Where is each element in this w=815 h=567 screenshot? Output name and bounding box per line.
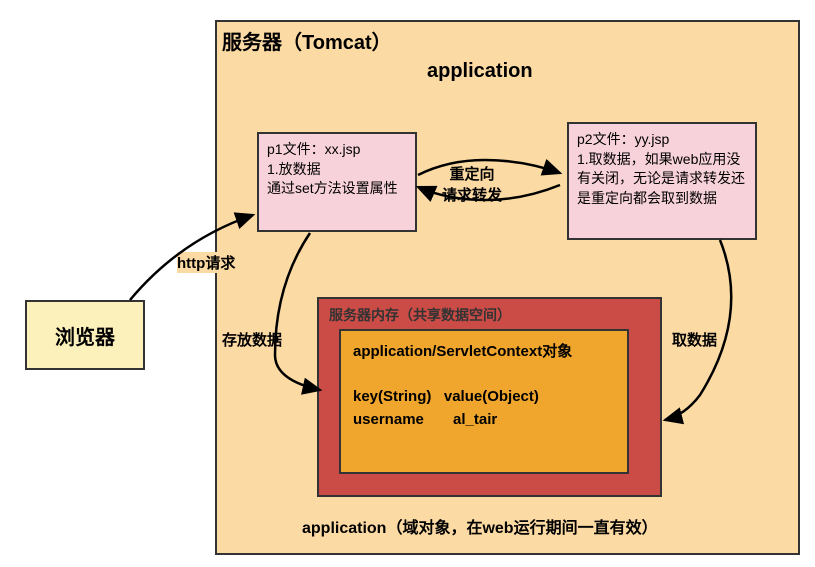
redirect-line1: 重定向 xyxy=(450,166,495,183)
browser-label: 浏览器 xyxy=(55,321,115,350)
application-title: application xyxy=(427,60,533,83)
application-footer: application（域对象，在web运行期间一直有效） xyxy=(302,514,658,538)
p2-title: p2文件：yy.jsp xyxy=(577,130,747,150)
context-title: application/ServletContext对象 xyxy=(353,341,615,364)
context-kv-header: key(String) value(Object) xyxy=(353,386,615,409)
server-memory-box: 服务器内存（共享数据空间） application/ServletContext… xyxy=(317,297,662,497)
p1-file-box: p1文件：xx.jsp 1.放数据 通过set方法设置属性 xyxy=(257,132,417,232)
redirect-label: 重定向 请求转发 xyxy=(442,164,502,206)
redirect-line2: 请求转发 xyxy=(442,187,502,204)
get-data-label: 取数据 xyxy=(672,329,717,350)
context-kv-row: username al_tair xyxy=(353,409,615,432)
p2-body: 1.取数据，如果web应用没有关闭，无论是请求转发还是重定向都会取到数据 xyxy=(577,150,747,209)
p1-title: p1文件：xx.jsp xyxy=(267,140,407,160)
memory-title: 服务器内存（共享数据空间） xyxy=(329,305,650,325)
servlet-context-box: application/ServletContext对象 key(String)… xyxy=(339,329,629,474)
p1-line1: 1.放数据 xyxy=(267,160,407,180)
store-data-label: 存放数据 xyxy=(222,329,282,350)
server-title: 服务器（Tomcat） xyxy=(222,26,392,55)
browser-box: 浏览器 xyxy=(25,300,145,370)
p2-file-box: p2文件：yy.jsp 1.取数据，如果web应用没有关闭，无论是请求转发还是重… xyxy=(567,122,757,240)
server-container: 服务器（Tomcat） application application（域对象，… xyxy=(215,20,800,555)
p1-line2: 通过set方法设置属性 xyxy=(267,179,407,199)
http-request-label: http请求 xyxy=(177,252,235,273)
